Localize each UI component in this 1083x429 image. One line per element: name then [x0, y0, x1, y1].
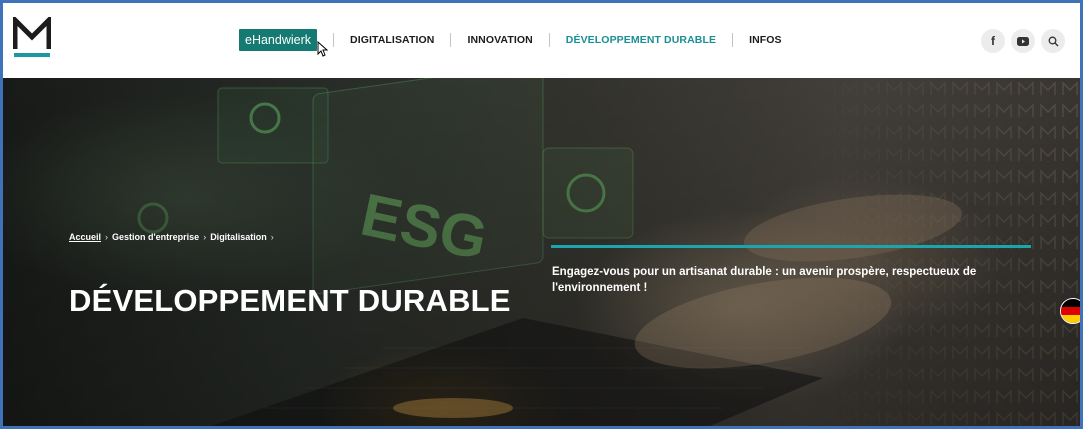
nav-item-infos[interactable]: INFOS [749, 32, 782, 48]
site-header: eHandwierk DIGITALISATION INNOVATION DÉV… [3, 3, 1080, 78]
breadcrumb-separator: › [105, 232, 109, 242]
breadcrumb: Accueil › Gestion d'entreprise › Digital… [69, 232, 274, 242]
breadcrumb-separator: › [270, 232, 274, 242]
logo-m-icon [13, 17, 51, 49]
mouse-cursor-icon [317, 41, 329, 57]
breadcrumb-home-link[interactable]: Accueil [69, 232, 101, 242]
hero-banner: ESG Accueil › Gestion d'entreprise › [3, 78, 1080, 426]
nav-separator [333, 33, 335, 47]
youtube-button[interactable] [1011, 29, 1035, 53]
nav-separator [548, 33, 550, 47]
hero-tagline: Engagez-vous pour un artisanat durable :… [552, 266, 977, 294]
breadcrumb-item-digitalisation[interactable]: Digitalisation [210, 232, 267, 242]
facebook-button[interactable]: f [981, 29, 1005, 53]
search-button[interactable] [1041, 29, 1065, 53]
site-logo[interactable] [13, 17, 51, 57]
nav-item-innovation[interactable]: INNOVATION [467, 32, 532, 48]
youtube-icon [1017, 36, 1029, 46]
german-flag-icon[interactable] [1060, 298, 1080, 324]
nav-chip-label: eHandwierk [245, 33, 312, 47]
nav-separator [732, 33, 734, 47]
nav-item-developpement-durable[interactable]: DÉVELOPPEMENT DURABLE [566, 32, 716, 48]
search-icon [1048, 36, 1058, 46]
nav-chip-ehandwierk[interactable]: eHandwierk [239, 29, 329, 57]
main-nav: eHandwierk DIGITALISATION INNOVATION DÉV… [239, 29, 782, 57]
page-title: DÉVELOPPEMENT DURABLE [69, 283, 511, 318]
hero-overlay [3, 78, 1080, 426]
breadcrumb-item-gestion[interactable]: Gestion d'entreprise [112, 232, 199, 242]
browser-frame: eHandwierk DIGITALISATION INNOVATION DÉV… [0, 0, 1083, 429]
facebook-icon: f [991, 34, 995, 48]
tagline-accent-line [551, 245, 1031, 248]
header-actions: f [981, 29, 1065, 53]
breadcrumb-separator: › [203, 232, 207, 242]
logo-underline [14, 53, 50, 57]
nav-separator [450, 33, 452, 47]
nav-item-digitalisation[interactable]: DIGITALISATION [350, 32, 434, 48]
